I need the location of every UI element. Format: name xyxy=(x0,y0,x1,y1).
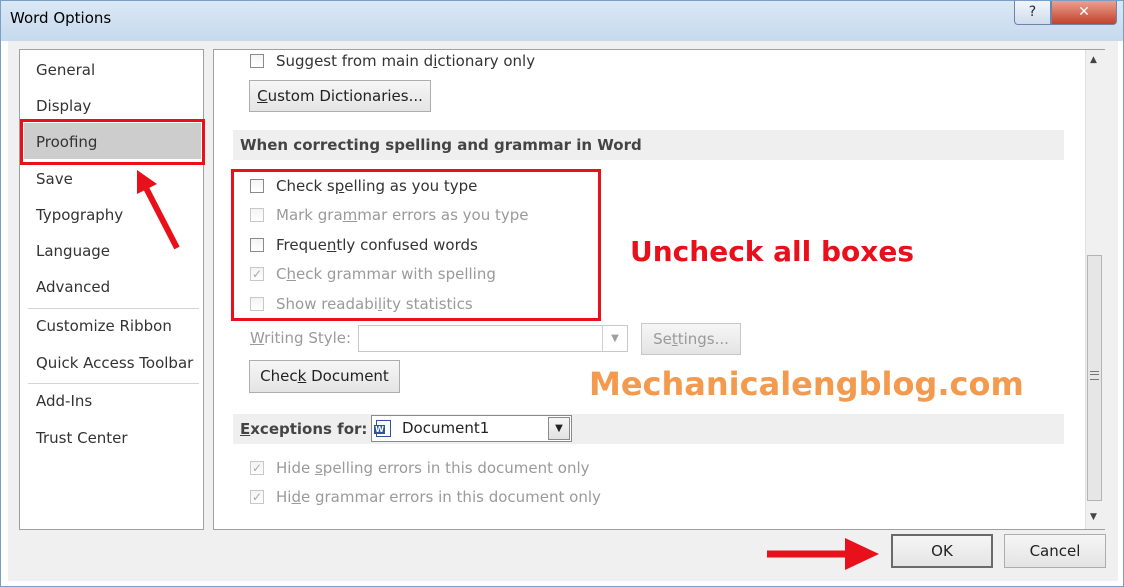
hide-spelling-errors-checkbox[interactable]: ✓ xyxy=(250,461,264,475)
nav-item-save[interactable]: Save xyxy=(36,170,73,188)
cancel-button[interactable]: Cancel xyxy=(1004,534,1106,568)
red-arrow-icon xyxy=(767,538,879,570)
nav-item-general[interactable]: General xyxy=(36,61,95,79)
nav-separator xyxy=(28,308,199,309)
nav-item-add-ins[interactable]: Add-Ins xyxy=(36,392,92,410)
checkbox-highlight-box xyxy=(231,169,601,321)
scroll-grip-icon xyxy=(1090,371,1099,380)
custom-dictionaries-button[interactable]: Custom Dictionaries... xyxy=(249,80,431,112)
scroll-down-icon[interactable]: ▼ xyxy=(1090,512,1097,522)
nav-item-customize-ribbon[interactable]: Customize Ribbon xyxy=(36,317,172,335)
hide-spelling-errors-label: Hide spelling errors in this document on… xyxy=(276,459,590,477)
dropdown-arrow-icon[interactable]: ▼ xyxy=(548,417,570,440)
exceptions-document-dropdown[interactable]: W Document1 ▼ xyxy=(371,415,572,442)
nav-item-trust-center[interactable]: Trust Center xyxy=(36,429,128,447)
proofing-highlight-box xyxy=(20,119,205,165)
suggest-main-dictionary-label: Suggest from main dictionary only xyxy=(276,52,536,70)
writing-style-label: Writing Style: xyxy=(250,329,352,347)
checkmark-icon: ✓ xyxy=(251,490,263,504)
scrollbar-thumb[interactable] xyxy=(1087,255,1102,501)
hide-grammar-errors-checkbox[interactable]: ✓ xyxy=(250,490,264,504)
nav-separator xyxy=(28,383,199,384)
close-button[interactable]: ✕ xyxy=(1051,1,1117,25)
nav-item-language[interactable]: Language xyxy=(36,242,110,260)
exceptions-document-name: Document1 xyxy=(402,419,490,437)
word-document-icon: W xyxy=(374,420,391,437)
instruction-annotation: Uncheck all boxes xyxy=(630,235,914,268)
section-title: When correcting spelling and grammar in … xyxy=(240,136,642,154)
window-title: Word Options xyxy=(10,9,112,27)
check-document-button[interactable]: Check Document xyxy=(249,360,400,393)
help-icon: ? xyxy=(1028,4,1037,20)
nav-item-quick-access-toolbar[interactable]: Quick Access Toolbar xyxy=(36,354,193,372)
watermark-text: Mechanicalengblog.com xyxy=(589,365,1024,403)
writing-style-dropdown[interactable]: ▼ xyxy=(358,325,628,352)
nav-item-display[interactable]: Display xyxy=(36,97,91,115)
scroll-up-icon[interactable]: ▲ xyxy=(1090,55,1097,65)
settings-button[interactable]: Settings... xyxy=(641,323,741,355)
exceptions-label: Exceptions for: xyxy=(240,420,368,438)
exceptions-section-header: Exceptions for: xyxy=(233,414,1064,444)
dropdown-arrow-icon: ▼ xyxy=(602,326,627,351)
close-icon: ✕ xyxy=(1078,4,1090,20)
checkmark-icon: ✓ xyxy=(251,461,263,475)
title-bar: Word Options ? ✕ xyxy=(1,1,1123,41)
red-arrow-icon xyxy=(137,170,180,250)
nav-item-typography[interactable]: Typography xyxy=(36,206,123,224)
hide-grammar-errors-label: Hide grammar errors in this document onl… xyxy=(276,488,601,506)
ok-button[interactable]: OK xyxy=(891,534,993,568)
word-options-window: Word Options ? ✕ General Display Proofin… xyxy=(0,0,1124,587)
spelling-grammar-section-header: When correcting spelling and grammar in … xyxy=(233,130,1064,160)
suggest-main-dictionary-checkbox[interactable] xyxy=(250,54,264,68)
nav-item-advanced[interactable]: Advanced xyxy=(36,278,110,296)
help-button[interactable]: ? xyxy=(1014,1,1051,25)
